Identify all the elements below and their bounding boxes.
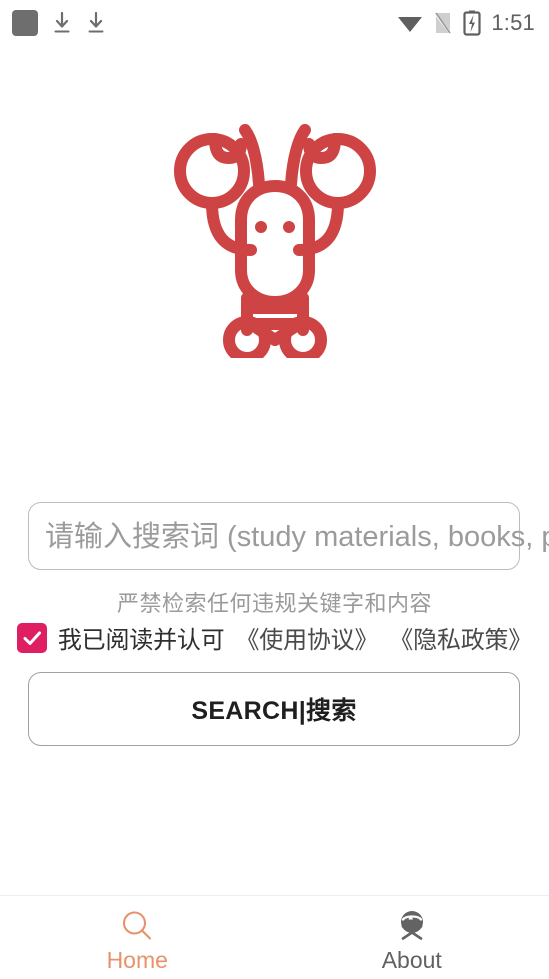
nav-label-home: Home — [106, 947, 168, 973]
agreement-label: 我已阅读并认可 — [57, 627, 225, 654]
nav-item-about[interactable]: About — [275, 896, 549, 979]
status-bar-left-icons — [12, 9, 106, 36]
bottom-navigation-bar: Home About — [0, 895, 549, 979]
wifi-icon — [398, 16, 423, 32]
search-icon — [118, 907, 156, 945]
search-input[interactable] — [45, 503, 549, 571]
nav-label-about: About — [381, 947, 442, 973]
search-warning-text: 严禁检索任何违规关键字和内容 — [116, 591, 432, 616]
search-field-container[interactable] — [28, 502, 549, 571]
status-bar: 1:51 — [0, 0, 549, 45]
download-icon — [88, 11, 104, 32]
battery-charging-icon — [463, 10, 481, 36]
lobster-logo — [173, 124, 376, 358]
check-icon — [23, 631, 41, 645]
lobster-eye-right — [282, 221, 295, 233]
app-logo — [0, 108, 549, 368]
download-icon — [54, 11, 70, 32]
search-button[interactable]: SEARCH|搜索 — [28, 672, 520, 746]
no-sim-icon — [434, 11, 453, 35]
agreement-checkbox[interactable] — [16, 622, 47, 653]
privacy-link[interactable]: 《隐私政策》 — [389, 620, 532, 655]
terms-link[interactable]: 《使用协议》 — [235, 620, 378, 655]
agreement-row[interactable]: 我已阅读并认可 《使用协议》 《隐私政策》 — [0, 620, 549, 655]
nav-item-home[interactable]: Home — [0, 896, 275, 979]
status-bar-right-icons: 1:51 — [397, 10, 535, 36]
status-bar-clock: 1:51 — [491, 9, 535, 35]
app-square-icon — [12, 9, 38, 36]
crab-icon — [393, 907, 431, 945]
lobster-eye-left — [254, 221, 267, 233]
